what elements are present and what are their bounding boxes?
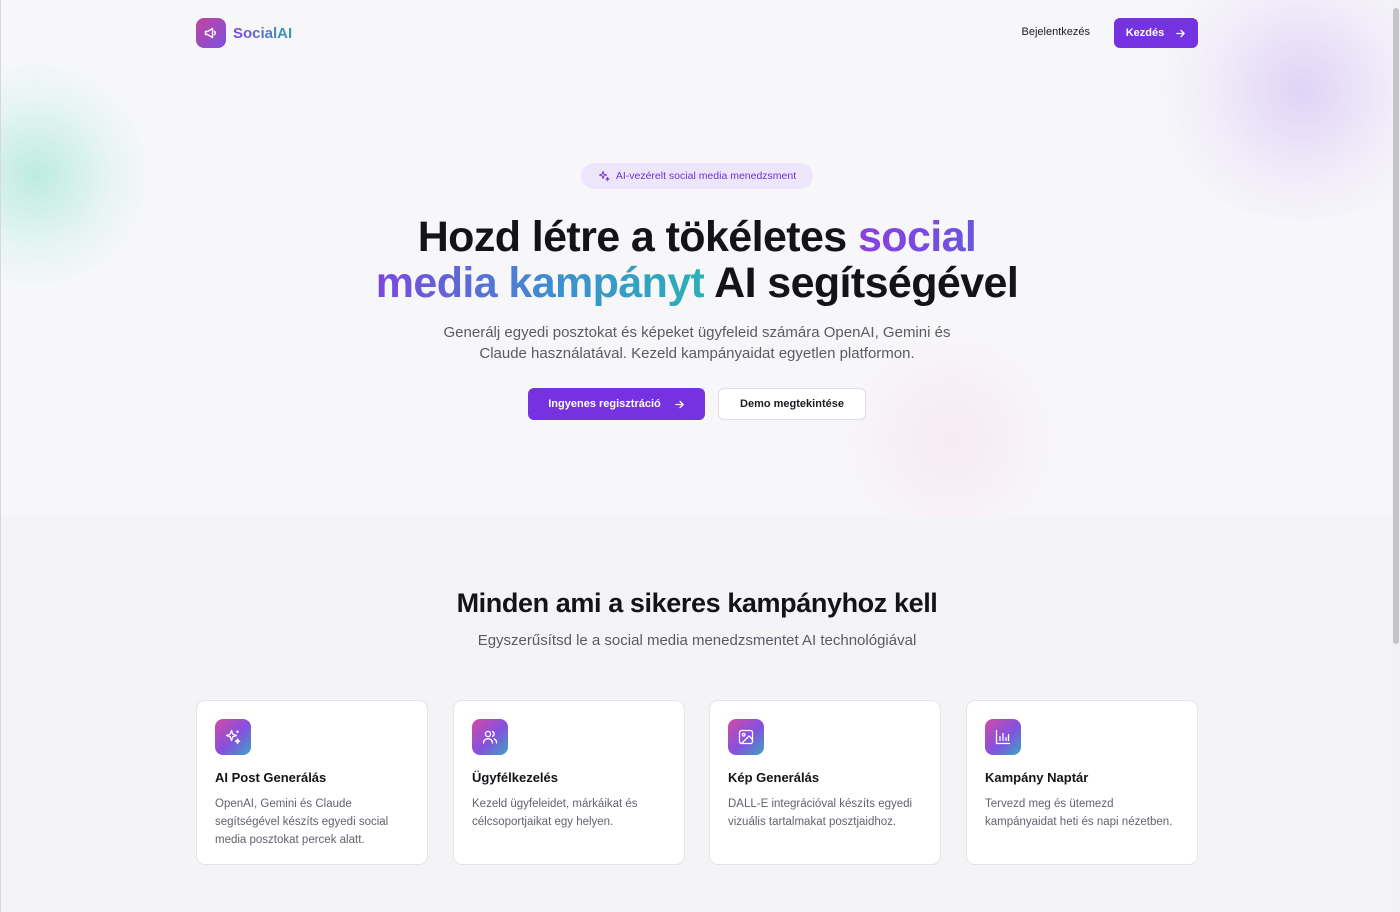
feature-card-title: Ügyfélkezelés — [472, 770, 558, 785]
background-blob-green — [1, 60, 151, 290]
feature-card-description: OpenAI, Gemini és Claude segítségével ké… — [215, 798, 389, 846]
feature-card-title: Kampány Naptár — [985, 770, 1089, 785]
arrow-right-icon — [1176, 29, 1186, 37]
landing-page: SocialAI Bejelentkezés Kezdés AI-vezérel… — [0, 0, 1392, 912]
logo[interactable]: SocialAI — [196, 18, 292, 48]
hero-badge: AI-vezérelt social media menedzsment — [581, 163, 813, 189]
bar-chart-icon — [985, 719, 1021, 755]
brand-name: SocialAI — [233, 24, 293, 42]
demo-button[interactable]: Demo megtekintése — [718, 388, 866, 420]
feature-card-description: DALL-E integrációval készíts egyedi vizu… — [728, 798, 913, 828]
feature-card-clients: Ügyfélkezelés Kezeld ügyfeleidet, márkái… — [453, 700, 685, 865]
scrollbar[interactable] — [1392, 0, 1400, 912]
feature-card-image: Kép Generálás DALL-E integrációval készí… — [709, 700, 941, 865]
sparkles-icon — [215, 719, 251, 755]
feature-card-description: Tervezd meg és ütemezd kampányaidat heti… — [985, 798, 1173, 828]
hero-title: Hozd létre a tökéletes social media kampá… — [297, 214, 1097, 306]
login-link[interactable]: Bejelentkezés — [1022, 26, 1091, 38]
users-icon — [472, 719, 508, 755]
arrow-right-icon — [674, 400, 684, 408]
feature-card-title: AI Post Generálás — [215, 770, 327, 785]
register-button-label: Ingyenes regisztráció — [548, 398, 661, 410]
register-button[interactable]: Ingyenes regisztráció — [528, 388, 705, 420]
megaphone-icon — [196, 18, 226, 48]
hero-title-highlight-2: media kampányt — [375, 259, 705, 307]
hero-subtitle: Generálj egyedi posztokat és képeket ügy… — [443, 324, 951, 362]
scrollbar-thumb[interactable] — [1393, 8, 1399, 644]
feature-card-title: Kép Generálás — [728, 770, 820, 785]
features-title: Minden ami a sikeres kampányhoz kell — [456, 588, 938, 618]
hero-title-highlight-1: social — [857, 213, 977, 261]
hero-title-part1: Hozd létre a tökéletes — [417, 213, 858, 261]
start-button-label: Kezdés — [1125, 27, 1165, 39]
feature-card-calendar: Kampány Naptár Tervezd meg és ütemezd ka… — [966, 700, 1198, 865]
feature-card-ai-post: AI Post Generálás OpenAI, Gemini és Clau… — [196, 700, 428, 865]
feature-card-description: Kezeld ügyfeleidet, márkáikat és célcsop… — [472, 798, 638, 828]
image-icon — [728, 719, 764, 755]
hero-title-part2: AI segítségével — [704, 259, 1019, 307]
features-subtitle: Egyszerűsítsd le a social media menedzsm… — [477, 632, 917, 649]
start-button[interactable]: Kezdés — [1114, 18, 1198, 48]
header: SocialAI Bejelentkezés Kezdés — [196, 18, 1198, 49]
sparkles-icon — [598, 170, 610, 182]
demo-button-label: Demo megtekintése — [740, 398, 844, 410]
hero-badge-label: AI-vezérelt social media menedzsment — [615, 170, 797, 182]
